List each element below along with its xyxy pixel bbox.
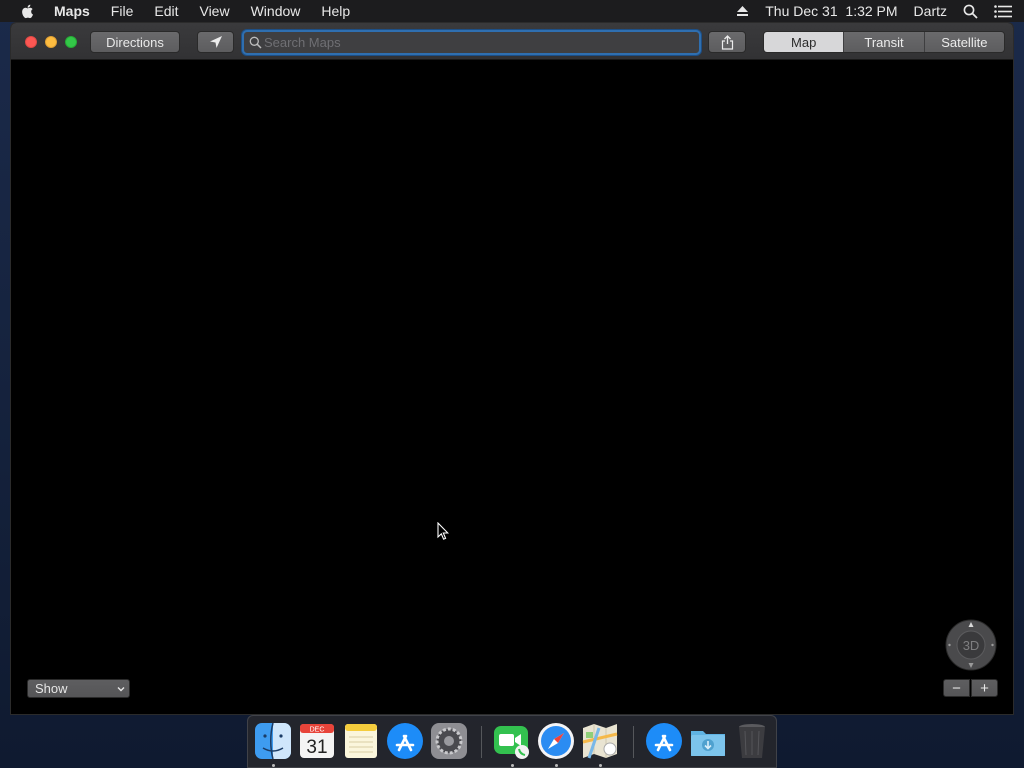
dock-notes[interactable]: [342, 722, 380, 760]
minimize-window-button[interactable]: [45, 36, 57, 48]
dock-trash[interactable]: [733, 722, 771, 760]
app-store-icon: [387, 723, 423, 759]
dock-system-preferences[interactable]: [430, 722, 468, 760]
close-window-button[interactable]: [25, 36, 37, 48]
compass-3d-control[interactable]: 3D: [945, 619, 997, 671]
zoom-out-button[interactable]: −: [943, 679, 970, 697]
tab-transit[interactable]: Transit: [843, 32, 924, 52]
search-input[interactable]: [264, 33, 694, 52]
dock-calendar[interactable]: DEC 31: [298, 722, 336, 760]
tab-satellite[interactable]: Satellite: [923, 32, 1004, 52]
window-toolbar: Directions Map Transit Satellite: [11, 23, 1013, 60]
menu-edit[interactable]: Edit: [154, 3, 178, 19]
menu-window[interactable]: Window: [251, 3, 301, 19]
safari-compass-icon: [538, 723, 574, 759]
share-icon: [721, 34, 733, 50]
maps-window: Directions Map Transit Satellite: [11, 23, 1013, 714]
search-field[interactable]: [242, 30, 701, 55]
share-button[interactable]: [708, 31, 746, 53]
show-dropdown[interactable]: Show: [27, 679, 130, 698]
eject-icon[interactable]: [736, 5, 749, 17]
dock: DEC 31: [247, 715, 777, 768]
calendar-icon: DEC 31: [300, 724, 334, 758]
menubar-clock[interactable]: Thu Dec 31 1:32 PM: [765, 3, 897, 19]
trash-icon: [739, 724, 765, 758]
location-arrow-icon: [209, 36, 222, 48]
calendar-day: 31: [306, 737, 327, 758]
menu-maps[interactable]: Maps: [54, 3, 90, 19]
dock-facetime[interactable]: [493, 722, 531, 760]
calendar-month: DEC: [310, 727, 325, 734]
app-store-icon: [646, 723, 682, 759]
notes-icon: [345, 724, 377, 758]
zoom-in-button[interactable]: +: [971, 679, 998, 697]
finder-icon: [255, 722, 291, 760]
dock-separator: [633, 726, 634, 758]
map-canvas[interactable]: [11, 61, 1013, 714]
running-indicator: [272, 764, 275, 767]
gear-icon: [431, 723, 467, 759]
menu-file[interactable]: File: [111, 3, 134, 19]
tab-map[interactable]: Map: [764, 32, 844, 52]
compass-3d-label: 3D: [963, 638, 980, 653]
spotlight-search-icon[interactable]: [963, 4, 978, 19]
dock-app-store[interactable]: [386, 722, 424, 760]
dock-safari[interactable]: [537, 722, 575, 760]
menubar-user[interactable]: Dartz: [914, 3, 947, 19]
fullscreen-window-button[interactable]: [65, 36, 77, 48]
menu-help[interactable]: Help: [321, 3, 350, 19]
running-indicator: [599, 764, 602, 767]
dock-downloads[interactable]: [689, 722, 727, 760]
maps-icon: [582, 724, 618, 759]
menu-bar: Maps File Edit View Window Help Thu Dec …: [0, 0, 1024, 22]
mouse-pointer-icon: [437, 522, 449, 540]
show-dropdown-label: Show: [35, 681, 68, 696]
compass-icon: 3D: [945, 619, 997, 671]
dock-finder[interactable]: [254, 722, 292, 760]
chevron-down-icon: [117, 687, 125, 692]
menu-view[interactable]: View: [199, 3, 229, 19]
facetime-icon: [494, 726, 529, 759]
running-indicator: [555, 764, 558, 767]
dock-app-store-2[interactable]: [645, 722, 683, 760]
dock-separator: [481, 726, 482, 758]
directions-button[interactable]: Directions: [90, 31, 180, 53]
downloads-folder-icon: [691, 731, 725, 756]
current-location-button[interactable]: [197, 31, 234, 53]
apple-icon[interactable]: [20, 3, 36, 19]
notification-center-icon[interactable]: [994, 4, 1012, 18]
view-mode-control: Map Transit Satellite: [763, 31, 1005, 53]
running-indicator: [511, 764, 514, 767]
search-icon: [249, 36, 262, 49]
dock-maps[interactable]: [581, 722, 619, 760]
